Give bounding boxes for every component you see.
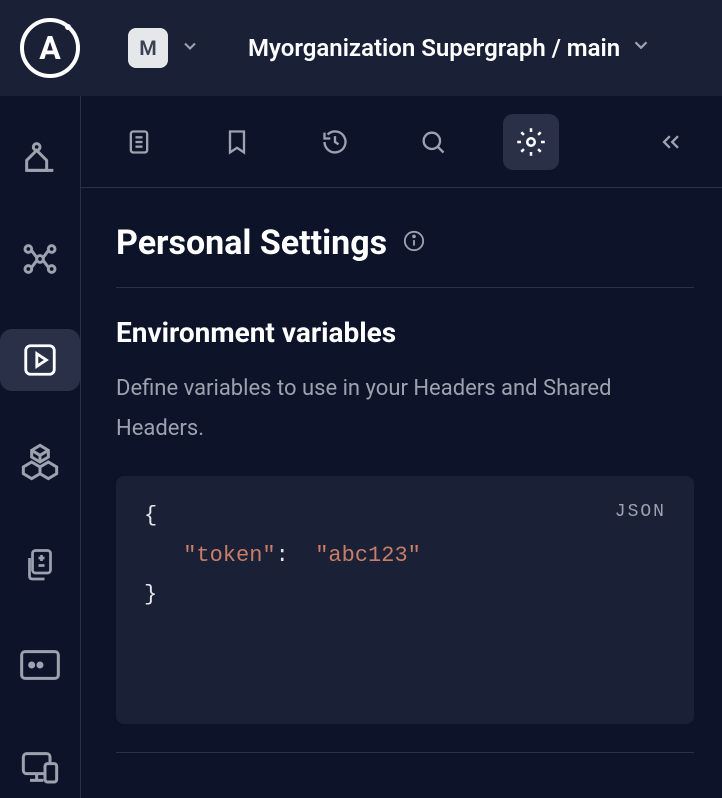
logo-letter: A — [39, 29, 61, 67]
section-title: Environment variables — [116, 316, 694, 349]
main-container: Personal Settings Environment variables … — [0, 96, 722, 798]
org-selector[interactable]: M — [128, 28, 200, 68]
breadcrumb-text: Myorganization Supergraph / main — [248, 34, 620, 62]
chevron-down-icon — [630, 34, 652, 62]
page-title-row: Personal Settings — [116, 223, 694, 288]
toolbar-search-icon[interactable] — [405, 114, 461, 170]
env-vars-editor[interactable]: JSON { "token": "abc123" } — [116, 476, 694, 724]
toolbar-bookmark-icon[interactable] — [209, 114, 265, 170]
section-description: Define variables to use in your Headers … — [116, 369, 694, 448]
page-title: Personal Settings — [116, 223, 387, 263]
code-line: } — [144, 575, 666, 615]
sidebar-item-devices[interactable] — [0, 736, 80, 798]
toolbar-document-icon[interactable] — [111, 114, 167, 170]
sidebar-item-play[interactable] — [0, 329, 80, 391]
sidebar-item-diff[interactable] — [0, 533, 80, 595]
sidebar-item-boxes[interactable] — [0, 431, 80, 493]
sidebar-item-graph[interactable] — [0, 228, 80, 290]
toolbar — [81, 96, 722, 188]
code-format-badge: JSON — [615, 496, 666, 528]
breadcrumb[interactable]: Myorganization Supergraph / main — [248, 34, 652, 62]
toolbar-collapse-icon[interactable] — [643, 114, 699, 170]
toolbar-gear-icon[interactable] — [503, 114, 559, 170]
app-logo[interactable]: A — [20, 18, 80, 78]
sidebar-item-terminal[interactable] — [0, 635, 80, 697]
content: Personal Settings Environment variables … — [81, 96, 722, 798]
code-line: "token": "abc123" — [144, 536, 666, 576]
sidebar — [0, 96, 81, 798]
header: A M Myorganization Supergraph / main — [0, 0, 722, 96]
sidebar-item-observatory[interactable] — [0, 126, 80, 188]
chevron-down-icon — [180, 36, 200, 60]
info-icon[interactable] — [403, 230, 425, 256]
divider — [116, 752, 694, 753]
org-badge: M — [128, 28, 168, 68]
code-line: { — [144, 496, 666, 536]
toolbar-history-icon[interactable] — [307, 114, 363, 170]
content-body: Personal Settings Environment variables … — [81, 188, 722, 798]
